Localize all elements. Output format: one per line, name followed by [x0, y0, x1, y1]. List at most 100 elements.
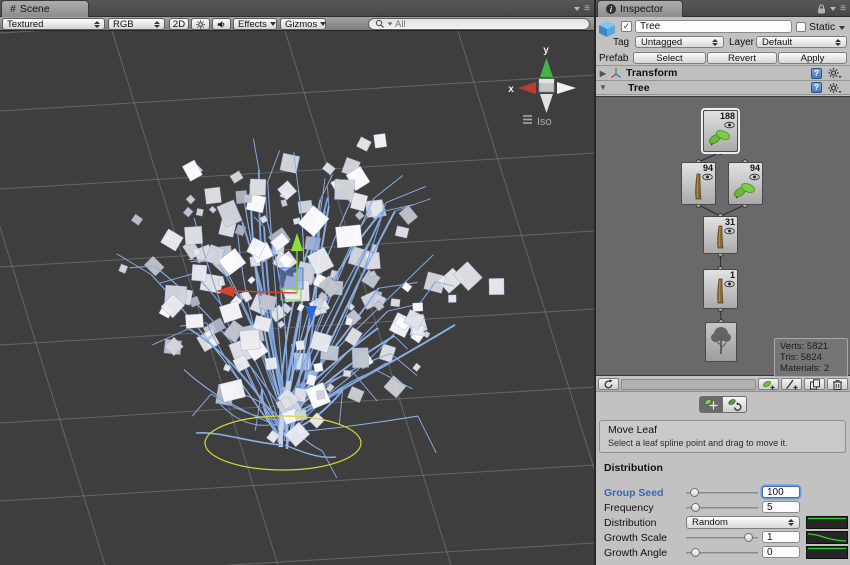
- branch-node-icon: [690, 172, 706, 202]
- tool-title: Move Leaf: [608, 424, 837, 436]
- add-branch-button[interactable]: [781, 378, 802, 390]
- color-mode-dropdown[interactable]: RGB: [108, 18, 165, 30]
- scene-panel: # Scene ≡ Textured RGB 2D: [0, 0, 594, 565]
- growth-angle-value-field[interactable]: [762, 546, 800, 558]
- lock-icon[interactable]: [817, 4, 826, 14]
- effects-dropdown[interactable]: Effects: [233, 18, 277, 30]
- frequency-label: Frequency: [604, 502, 654, 514]
- static-checkbox[interactable]: [796, 22, 806, 32]
- leaf-node-icon: [731, 178, 757, 202]
- node-count: 94: [750, 163, 760, 173]
- iso-label: Iso: [537, 116, 552, 128]
- slider-knob[interactable]: [691, 548, 700, 557]
- inspector-menu-icon[interactable]: ≡: [840, 3, 846, 14]
- gizmos-dropdown[interactable]: Gizmos: [280, 18, 326, 30]
- scene-grid-icon: #: [10, 3, 16, 15]
- growth-angle-slider[interactable]: [686, 547, 758, 558]
- branch-node-icon: [712, 224, 728, 251]
- distribution-row: Distribution Random: [596, 516, 850, 529]
- layer-label: Layer: [729, 37, 754, 48]
- delete-button[interactable]: [827, 378, 848, 390]
- dropdown-arrow-icon: [270, 22, 276, 26]
- frequency-row: Frequency: [596, 501, 850, 514]
- verts-stat: Verts: 5821: [780, 341, 842, 352]
- tree-component-header[interactable]: ▼ Tree ?: [596, 80, 850, 95]
- inspector-dropdown-icon[interactable]: [830, 7, 836, 11]
- inspector-tabstrip: i Inspector ≡: [596, 0, 850, 17]
- scene-viewport-canvas[interactable]: yxIso: [0, 31, 594, 565]
- draw-mode-dropdown[interactable]: Textured: [2, 18, 105, 30]
- node-toolbar-spacer: [621, 379, 756, 390]
- leaf-tool-toggle-group: [596, 396, 850, 413]
- add-branch-icon: [785, 379, 798, 390]
- audio-toggle-button[interactable]: [212, 18, 231, 30]
- unity-editor-window: # Scene ≡ Textured RGB 2D: [0, 0, 850, 565]
- distribution-curve-preview[interactable]: [806, 516, 848, 529]
- tab-inspector[interactable]: i Inspector: [597, 0, 683, 17]
- rotate-leaf-tool-button[interactable]: [723, 396, 747, 413]
- help-icon[interactable]: ?: [811, 68, 822, 79]
- tree-node-leaf-right[interactable]: 94: [728, 162, 763, 205]
- tab-scene[interactable]: # Scene: [1, 0, 89, 17]
- scene-search-input[interactable]: All: [368, 18, 590, 30]
- gameobject-name-field[interactable]: [635, 20, 792, 33]
- stepper-icon: [712, 39, 718, 46]
- slider-knob[interactable]: [690, 488, 699, 497]
- foldout-expanded-icon[interactable]: ▼: [596, 83, 610, 92]
- gear-icon[interactable]: [828, 67, 842, 79]
- panel-dropdown-icon[interactable]: [574, 7, 580, 11]
- transform-component-header[interactable]: ▶ Transform ?: [596, 65, 850, 80]
- slider-knob[interactable]: [691, 503, 700, 512]
- tree-node-branch-lower[interactable]: 1: [703, 269, 738, 309]
- lighting-toggle-button[interactable]: [191, 18, 210, 30]
- gizmos-label: Gizmos: [285, 19, 317, 30]
- prefab-revert-button[interactable]: Revert: [707, 52, 777, 64]
- growth-scale-value-field[interactable]: [762, 531, 800, 543]
- scene-toolbar: Textured RGB 2D: [0, 17, 594, 31]
- stepper-icon: [94, 21, 100, 28]
- group-seed-value-field[interactable]: [762, 486, 800, 498]
- static-dropdown-icon[interactable]: [839, 26, 845, 30]
- tree-node-root[interactable]: [705, 322, 737, 362]
- toggle-2d-button[interactable]: 2D: [169, 18, 189, 30]
- search-filter-arrow-icon[interactable]: [388, 22, 393, 25]
- prefab-apply-label: Apply: [801, 53, 825, 64]
- frequency-value-field[interactable]: [762, 501, 800, 513]
- group-seed-slider[interactable]: [686, 487, 758, 498]
- distribution-heading: Distribution: [604, 462, 663, 474]
- growth-scale-curve-preview[interactable]: [806, 531, 848, 544]
- distribution-dropdown[interactable]: Random: [686, 516, 800, 529]
- scene-tabstrip: # Scene ≡: [0, 0, 594, 17]
- scene-viewport[interactable]: yxIso: [0, 31, 594, 565]
- frequency-slider[interactable]: [686, 502, 758, 513]
- slider-knob[interactable]: [744, 533, 753, 542]
- draw-mode-label: Textured: [7, 19, 43, 30]
- prefab-select-button[interactable]: Select: [633, 52, 706, 64]
- tree-node-branch-left[interactable]: 94: [681, 162, 716, 205]
- active-checkbox[interactable]: ✓: [621, 21, 632, 32]
- tree-node-editor[interactable]: 188 94: [596, 96, 850, 376]
- duplicate-button[interactable]: [804, 378, 825, 390]
- branch-node-icon: [712, 277, 728, 306]
- growth-scale-label: Growth Scale: [604, 532, 667, 544]
- growth-angle-curve-preview[interactable]: [806, 546, 848, 559]
- transform-axes-icon: [610, 67, 622, 79]
- axis-y-label: y: [543, 45, 549, 56]
- add-leaf-button[interactable]: [758, 378, 779, 390]
- foldout-collapsed-icon[interactable]: ▶: [596, 69, 610, 78]
- prefab-apply-button[interactable]: Apply: [778, 52, 847, 64]
- panel-menu-icon[interactable]: ≡: [584, 3, 590, 14]
- inspector-panel: i Inspector ≡ ✓ Static Tag: [596, 0, 850, 565]
- tree-node-leaf-top[interactable]: 188: [703, 110, 738, 152]
- gear-icon[interactable]: [828, 82, 842, 94]
- layer-dropdown[interactable]: Default: [756, 36, 847, 48]
- refresh-button[interactable]: [598, 378, 619, 390]
- tree-node-branch-mid[interactable]: 31: [703, 216, 738, 254]
- stepper-icon: [788, 519, 794, 526]
- move-leaf-tool-button[interactable]: [699, 396, 723, 413]
- group-seed-row: Group Seed: [596, 486, 850, 499]
- growth-scale-slider[interactable]: [686, 532, 758, 543]
- help-icon[interactable]: ?: [811, 82, 822, 93]
- tag-dropdown[interactable]: Untagged: [635, 36, 724, 48]
- sun-icon: [196, 19, 205, 30]
